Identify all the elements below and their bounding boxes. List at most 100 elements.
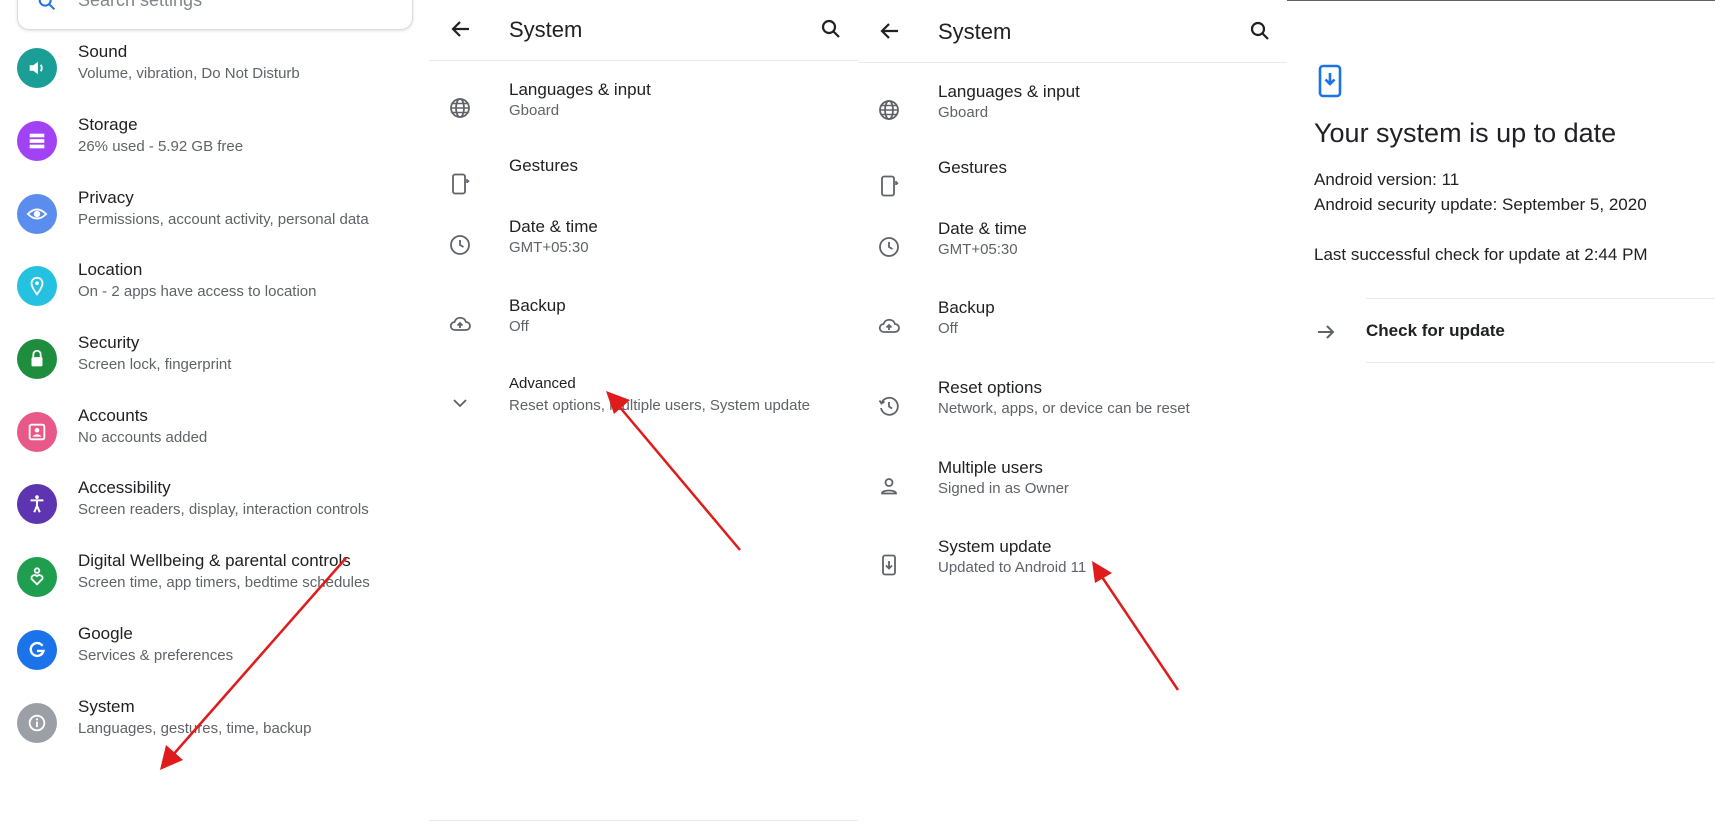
page-title: System <box>938 19 1012 44</box>
item-subtitle: Gboard <box>938 104 989 121</box>
item-title: Date & time <box>938 219 1027 238</box>
item-title: Advanced <box>509 375 576 392</box>
info-icon <box>17 703 57 743</box>
settings-item-sound[interactable]: Sound Volume, vibration, Do Not Disturb <box>0 36 429 116</box>
clock-icon <box>450 235 470 255</box>
system-item-languages[interactable]: Languages & input Gboard <box>429 80 858 150</box>
gesture-phone-icon <box>881 175 899 197</box>
item-title: Reset options <box>938 378 1042 397</box>
back-arrow-icon[interactable] <box>878 19 902 43</box>
history-icon <box>878 396 899 416</box>
item-title: Location <box>78 260 143 279</box>
system-update-icon <box>882 554 896 576</box>
item-subtitle: Volume, vibration, Do Not Disturb <box>78 65 300 82</box>
check-for-update-label: Check for update <box>1366 321 1505 340</box>
settings-item-accounts[interactable]: Accounts No accounts added <box>0 400 429 480</box>
back-arrow-icon[interactable] <box>449 17 473 41</box>
settings-item-security[interactable]: Security Screen lock, fingerprint <box>0 327 429 407</box>
item-title: Backup <box>938 298 995 317</box>
item-title: Accounts <box>78 406 148 425</box>
person-icon <box>881 478 897 495</box>
item-subtitle: GMT+05:30 <box>509 239 589 256</box>
item-title: Accessibility <box>78 478 171 497</box>
system-screen-collapsed: System Languages & input Gboard Gestures… <box>429 0 858 823</box>
item-subtitle: Updated to Android 11 <box>938 559 1087 576</box>
settings-home-screen: Search settings Sound Volume, vibration,… <box>0 0 429 823</box>
settings-item-privacy[interactable]: Privacy Permissions, account activity, p… <box>0 182 429 262</box>
divider <box>1366 298 1715 299</box>
item-title: Gestures <box>509 156 578 175</box>
top-divider <box>1287 0 1715 1</box>
system-item-reset-options[interactable]: Reset options Network, apps, or device c… <box>858 378 1287 448</box>
system-update-icon <box>1318 64 1342 98</box>
item-title: Multiple users <box>938 458 1043 477</box>
bottom-divider <box>429 820 858 821</box>
gesture-phone-icon <box>452 173 470 195</box>
search-icon <box>38 0 56 11</box>
settings-item-location[interactable]: Location On - 2 apps have access to loca… <box>0 254 429 334</box>
settings-item-digital-wellbeing[interactable]: Digital Wellbeing & parental controls Sc… <box>0 545 429 625</box>
item-subtitle: No accounts added <box>78 429 208 446</box>
search-placeholder: Search settings <box>78 0 203 10</box>
accessibility-icon <box>17 484 57 524</box>
lock-icon <box>17 339 57 379</box>
item-subtitle: Screen readers, display, interaction con… <box>78 501 369 518</box>
item-subtitle: Languages, gestures, time, backup <box>78 720 312 737</box>
clock-icon <box>879 237 899 257</box>
item-subtitle: GMT+05:30 <box>938 241 1018 258</box>
settings-item-system[interactable]: System Languages, gestures, time, backup <box>0 691 429 771</box>
arrow-right-icon <box>1318 325 1335 339</box>
item-subtitle: Screen lock, fingerprint <box>78 356 232 373</box>
item-title: Privacy <box>78 188 134 207</box>
system-item-backup[interactable]: Backup Off <box>429 296 858 366</box>
search-settings-bar[interactable]: Search settings <box>17 0 413 30</box>
item-subtitle: Network, apps, or device can be reset <box>938 400 1190 417</box>
item-title: Sound <box>78 42 128 61</box>
item-subtitle: Services & preferences <box>78 647 234 664</box>
system-item-system-update[interactable]: System update Updated to Android 11 <box>858 537 1287 607</box>
item-title: Backup <box>509 296 566 315</box>
location-pin-icon <box>17 266 57 306</box>
globe-icon <box>450 98 470 118</box>
google-icon <box>17 630 57 670</box>
settings-item-accessibility[interactable]: Accessibility Screen readers, display, i… <box>0 472 429 552</box>
item-subtitle: Off <box>938 320 958 337</box>
item-subtitle: Permissions, account activity, personal … <box>78 211 369 228</box>
system-item-date-time[interactable]: Date & time GMT+05:30 <box>858 219 1287 289</box>
item-title: Languages & input <box>509 80 651 99</box>
settings-item-google[interactable]: Google Services & preferences <box>0 618 429 698</box>
item-title: Languages & input <box>938 82 1080 101</box>
item-title: System update <box>938 537 1052 556</box>
cloud-upload-icon <box>449 316 471 331</box>
system-item-date-time[interactable]: Date & time GMT+05:30 <box>429 217 858 287</box>
divider <box>1366 362 1715 363</box>
chevron-down-icon <box>453 399 467 408</box>
system-item-multiple-users[interactable]: Multiple users Signed in as Owner <box>858 458 1287 528</box>
item-subtitle: Off <box>509 318 529 335</box>
item-title: Google <box>78 624 133 643</box>
system-item-advanced[interactable]: Advanced Reset options, Multiple users, … <box>429 375 858 445</box>
item-title: Digital Wellbeing & parental controls <box>78 551 351 570</box>
check-for-update-button[interactable]: Check for update <box>1287 300 1715 364</box>
search-icon[interactable] <box>819 17 843 41</box>
android-version-text: Android version: 11 <box>1314 170 1460 189</box>
system-item-gestures[interactable]: Gestures <box>858 158 1287 228</box>
item-title: Date & time <box>509 217 598 236</box>
item-subtitle: Signed in as Owner <box>938 480 1069 497</box>
app-bar: System <box>858 2 1287 63</box>
system-item-backup[interactable]: Backup Off <box>858 298 1287 368</box>
item-title: Gestures <box>938 158 1007 177</box>
settings-item-storage[interactable]: Storage 26% used - 5.92 GB free <box>0 109 429 189</box>
eye-icon <box>17 194 57 234</box>
system-screen-expanded: System Languages & input Gboard Gestures… <box>858 0 1287 823</box>
item-subtitle: 26% used - 5.92 GB free <box>78 138 244 155</box>
item-subtitle: On - 2 apps have access to location <box>78 283 317 300</box>
security-update-text: Android security update: September 5, 20… <box>1314 195 1647 214</box>
system-item-languages[interactable]: Languages & input Gboard <box>858 82 1287 152</box>
app-bar: System <box>429 0 858 61</box>
globe-icon <box>879 100 899 120</box>
item-title: System <box>78 697 135 716</box>
item-title: Security <box>78 333 140 352</box>
system-item-gestures[interactable]: Gestures <box>429 156 858 226</box>
search-icon[interactable] <box>1248 19 1272 43</box>
